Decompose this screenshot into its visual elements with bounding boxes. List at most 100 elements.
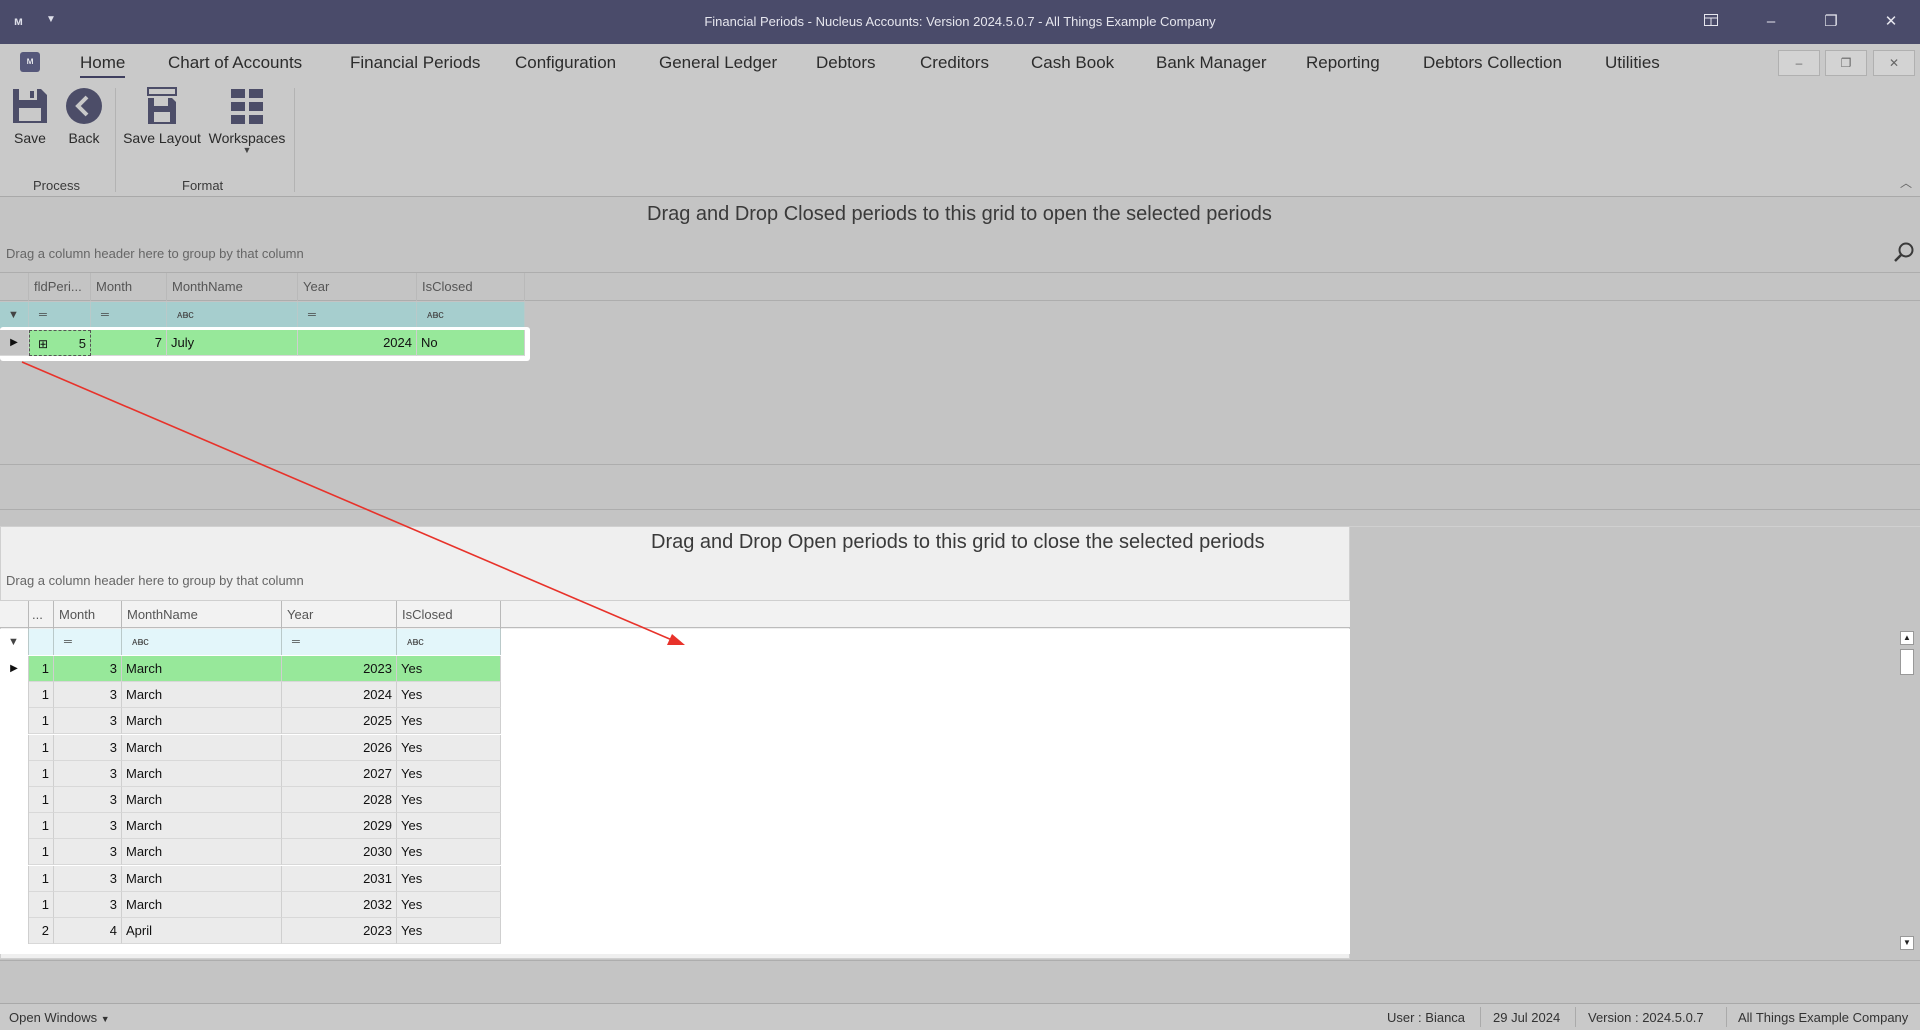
cell-isclosed[interactable]: Yes [397, 682, 501, 709]
cell-isclosed[interactable]: Yes [397, 865, 501, 892]
cell-month[interactable]: 3 [54, 813, 122, 840]
cell-isclosed[interactable]: Yes [397, 839, 501, 866]
table-row[interactable]: ▶ 1 3 March 2023 Yes [0, 656, 501, 682]
cell-year[interactable]: 2024 [282, 682, 397, 709]
cell-month[interactable]: 3 [54, 682, 122, 709]
cell-year[interactable]: 2031 [282, 865, 397, 892]
cell-monthname[interactable]: March [122, 787, 282, 813]
cell-year[interactable]: 2027 [282, 760, 397, 787]
table-row[interactable]: 1 3 March 2028 Yes [0, 787, 501, 813]
cell-isclosed[interactable]: Yes [397, 891, 501, 918]
tab-general-ledger[interactable]: General Ledger [659, 53, 777, 73]
cell-id[interactable]: 1 [29, 760, 54, 787]
filter-text-icon[interactable]: ᴀᴃᴄ [417, 302, 525, 328]
search-icon[interactable] [1893, 241, 1915, 263]
cell-isclosed[interactable]: Yes [397, 787, 501, 813]
cell-isclosed[interactable]: Yes [397, 918, 501, 944]
filter-equals-icon[interactable]: ═ [29, 302, 91, 328]
layout-icon[interactable] [1696, 10, 1726, 34]
cell-month[interactable]: 4 [54, 918, 122, 944]
mdi-close-button[interactable]: ✕ [1873, 50, 1915, 76]
cell-month[interactable]: 3 [54, 656, 122, 682]
tab-debtors-collection[interactable]: Debtors Collection [1423, 53, 1562, 73]
cell-year[interactable]: 2024 [298, 330, 417, 356]
cell-id[interactable]: 1 [29, 682, 54, 709]
tab-reporting[interactable]: Reporting [1306, 53, 1380, 73]
collapse-ribbon-chevron-up-icon[interactable]: ︿ [1900, 174, 1912, 191]
filter-equals-icon[interactable]: ═ [282, 629, 397, 655]
column-header-isclosed[interactable]: IsClosed [417, 273, 525, 301]
table-row[interactable]: ▶ ⊞ 5 7 July 2024 No [0, 330, 525, 356]
app-menu-icon[interactable]: ᴍ [20, 52, 40, 72]
vertical-scrollbar[interactable]: ▲ ▼ [1898, 629, 1916, 954]
table-row[interactable]: 1 3 March 2026 Yes [0, 734, 501, 761]
cell-id[interactable]: 1 [29, 839, 54, 866]
column-header-monthname[interactable]: MonthName [122, 601, 282, 629]
cell-monthname[interactable]: March [122, 682, 282, 709]
save-button[interactable]: Save [10, 86, 50, 146]
table-row[interactable]: 1 3 March 2025 Yes [0, 708, 501, 735]
cell-year[interactable]: 2026 [282, 734, 397, 761]
cell-month[interactable]: 3 [54, 865, 122, 892]
cell-year[interactable]: 2032 [282, 891, 397, 918]
cell-monthname[interactable]: March [122, 891, 282, 918]
cell-month[interactable]: 3 [54, 787, 122, 813]
scroll-down-icon[interactable]: ▼ [1900, 936, 1914, 950]
column-header-month[interactable]: Month [91, 273, 167, 301]
table-row[interactable]: 1 3 March 2024 Yes [0, 682, 501, 709]
cell-month[interactable]: 3 [54, 839, 122, 866]
tab-cash-book[interactable]: Cash Book [1031, 53, 1114, 73]
minimize-button[interactable]: – [1756, 10, 1786, 34]
mdi-minimize-button[interactable]: – [1778, 50, 1820, 76]
cell-monthname[interactable]: March [122, 734, 282, 761]
tab-utilities[interactable]: Utilities [1605, 53, 1660, 73]
cell-id[interactable]: 1 [29, 891, 54, 918]
column-header-year[interactable]: Year [298, 273, 417, 301]
tab-configuration[interactable]: Configuration [515, 53, 616, 73]
cell-id[interactable]: 1 [29, 813, 54, 840]
cell-monthname[interactable]: March [122, 656, 282, 682]
cell-year[interactable]: 2030 [282, 839, 397, 866]
table-row[interactable]: 1 3 March 2032 Yes [0, 891, 501, 918]
cell-month[interactable]: 3 [54, 734, 122, 761]
filter-cell[interactable] [29, 629, 54, 655]
cell-monthname[interactable]: March [122, 813, 282, 840]
cell-id[interactable]: 2 [29, 918, 54, 944]
column-header-year[interactable]: Year [282, 601, 397, 629]
cell-monthname[interactable]: March [122, 708, 282, 735]
cell-isclosed[interactable]: No [417, 330, 525, 356]
open-windows-dropdown[interactable]: Open Windows ▼ [9, 1010, 110, 1025]
cell-id[interactable]: 1 [29, 865, 54, 892]
filter-equals-icon[interactable]: ═ [298, 302, 417, 328]
close-button[interactable]: ✕ [1876, 10, 1906, 34]
cell-year[interactable]: 2025 [282, 708, 397, 735]
cell-isclosed[interactable]: Yes [397, 760, 501, 787]
cell-year[interactable]: 2023 [282, 656, 397, 682]
cell-monthname[interactable]: March [122, 839, 282, 866]
cell-monthname[interactable]: March [122, 760, 282, 787]
tab-debtors[interactable]: Debtors [816, 53, 876, 73]
cell-monthname[interactable]: July [167, 330, 298, 356]
tab-chart-of-accounts[interactable]: Chart of Accounts [168, 53, 302, 73]
cell-monthname[interactable]: April [122, 918, 282, 944]
restore-button[interactable]: ❐ [1816, 10, 1846, 34]
cell-month[interactable]: 3 [54, 708, 122, 735]
filter-text-icon[interactable]: ᴀᴃᴄ [122, 629, 282, 655]
workspaces-button[interactable]: Workspaces ▼ [208, 86, 286, 155]
filter-equals-icon[interactable]: ═ [54, 629, 122, 655]
cell-year[interactable]: 2028 [282, 787, 397, 813]
scroll-up-icon[interactable]: ▲ [1900, 631, 1914, 645]
column-header-id[interactable]: ... [29, 601, 54, 629]
column-header-monthname[interactable]: MonthName [167, 273, 298, 301]
expand-plus-icon[interactable]: ⊞ [38, 331, 48, 355]
cell-month[interactable]: 3 [54, 891, 122, 918]
cell-month[interactable]: 3 [54, 760, 122, 787]
cell-id[interactable]: 1 [29, 656, 54, 682]
cell-isclosed[interactable]: Yes [397, 708, 501, 735]
table-row[interactable]: 1 3 March 2030 Yes [0, 839, 501, 866]
filter-equals-icon[interactable]: ═ [91, 302, 167, 328]
cell-id[interactable]: ⊞ 5 [29, 330, 91, 356]
cell-isclosed[interactable]: Yes [397, 734, 501, 761]
open-group-panel-hint[interactable]: Drag a column header here to group by th… [6, 573, 304, 588]
column-header-month[interactable]: Month [54, 601, 122, 629]
